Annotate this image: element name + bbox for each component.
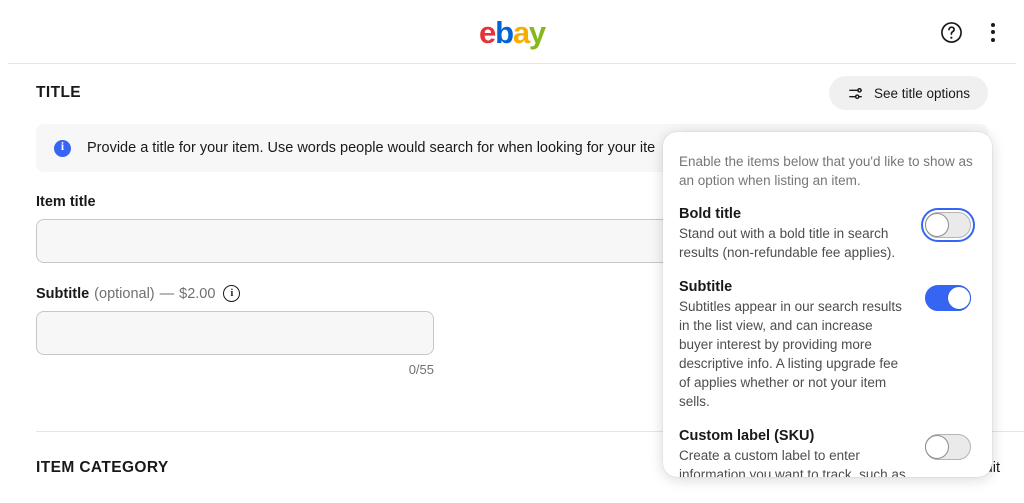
help-circle-icon[interactable] (934, 15, 968, 49)
kebab-dot (991, 37, 995, 42)
kebab-dot (991, 22, 995, 27)
logo-letter-a: a (512, 14, 530, 50)
toggle-knob (947, 285, 971, 310)
option-description: Subtitles appear in our search results i… (679, 298, 902, 410)
title-options-popover: Enable the items below that you'd like t… (663, 132, 992, 477)
popover-intro-text: Enable the items below that you'd like t… (679, 154, 973, 189)
logo-letter-y: y (528, 14, 546, 50)
toggle-knob (925, 434, 949, 459)
subtitle-label-main: Subtitle (36, 285, 90, 302)
option-title: Bold title (679, 206, 742, 223)
option-description: Create a custom label to enter informati… (679, 447, 906, 477)
title-section-header: TITLE See title options (36, 64, 988, 122)
option-row-bold-title: Bold title Stand out with a bold title i… (679, 206, 976, 262)
header-actions (934, 0, 1010, 64)
subtitle-label-dash: — (159, 285, 175, 302)
page-title: TITLE (36, 84, 82, 101)
toggle-bold-title[interactable] (921, 208, 975, 243)
ebay-logo: ebay (479, 14, 546, 50)
see-title-options-label: See title options (873, 85, 970, 101)
logo-letter-e: e (479, 14, 496, 50)
see-title-options-button[interactable]: See title options (828, 76, 988, 110)
sliders-icon (847, 85, 864, 102)
info-filled-icon: i (54, 139, 71, 157)
toggle-subtitle[interactable] (925, 284, 971, 311)
app-header: ebay (0, 0, 1024, 64)
logo-letter-b: b (495, 14, 514, 50)
kebab-menu-icon[interactable] (976, 15, 1010, 49)
option-row-subtitle: Subtitle Subtitles appear in our search … (679, 279, 976, 412)
kebab-dot (991, 30, 995, 34)
subtitle-label-optional: (optional) (94, 285, 155, 302)
option-row-custom-label: Custom label (SKU) Create a custom label… (679, 428, 976, 477)
subtitle-label-price: $2.00 (179, 285, 216, 302)
option-description: Stand out with a bold title in search re… (679, 226, 896, 261)
subtitle-char-counter: 0/55 (408, 362, 434, 377)
item-category-heading: ITEM CATEGORY (36, 459, 169, 476)
subtitle-input[interactable] (36, 311, 434, 355)
title-info-banner-text: Provide a title for your item. Use words… (87, 140, 656, 156)
info-outline-icon[interactable]: i (223, 285, 241, 302)
option-title: Subtitle (679, 278, 733, 295)
option-title: Custom label (SKU) (679, 427, 815, 444)
toggle-custom-label[interactable] (925, 433, 971, 460)
toggle-knob (925, 213, 949, 238)
